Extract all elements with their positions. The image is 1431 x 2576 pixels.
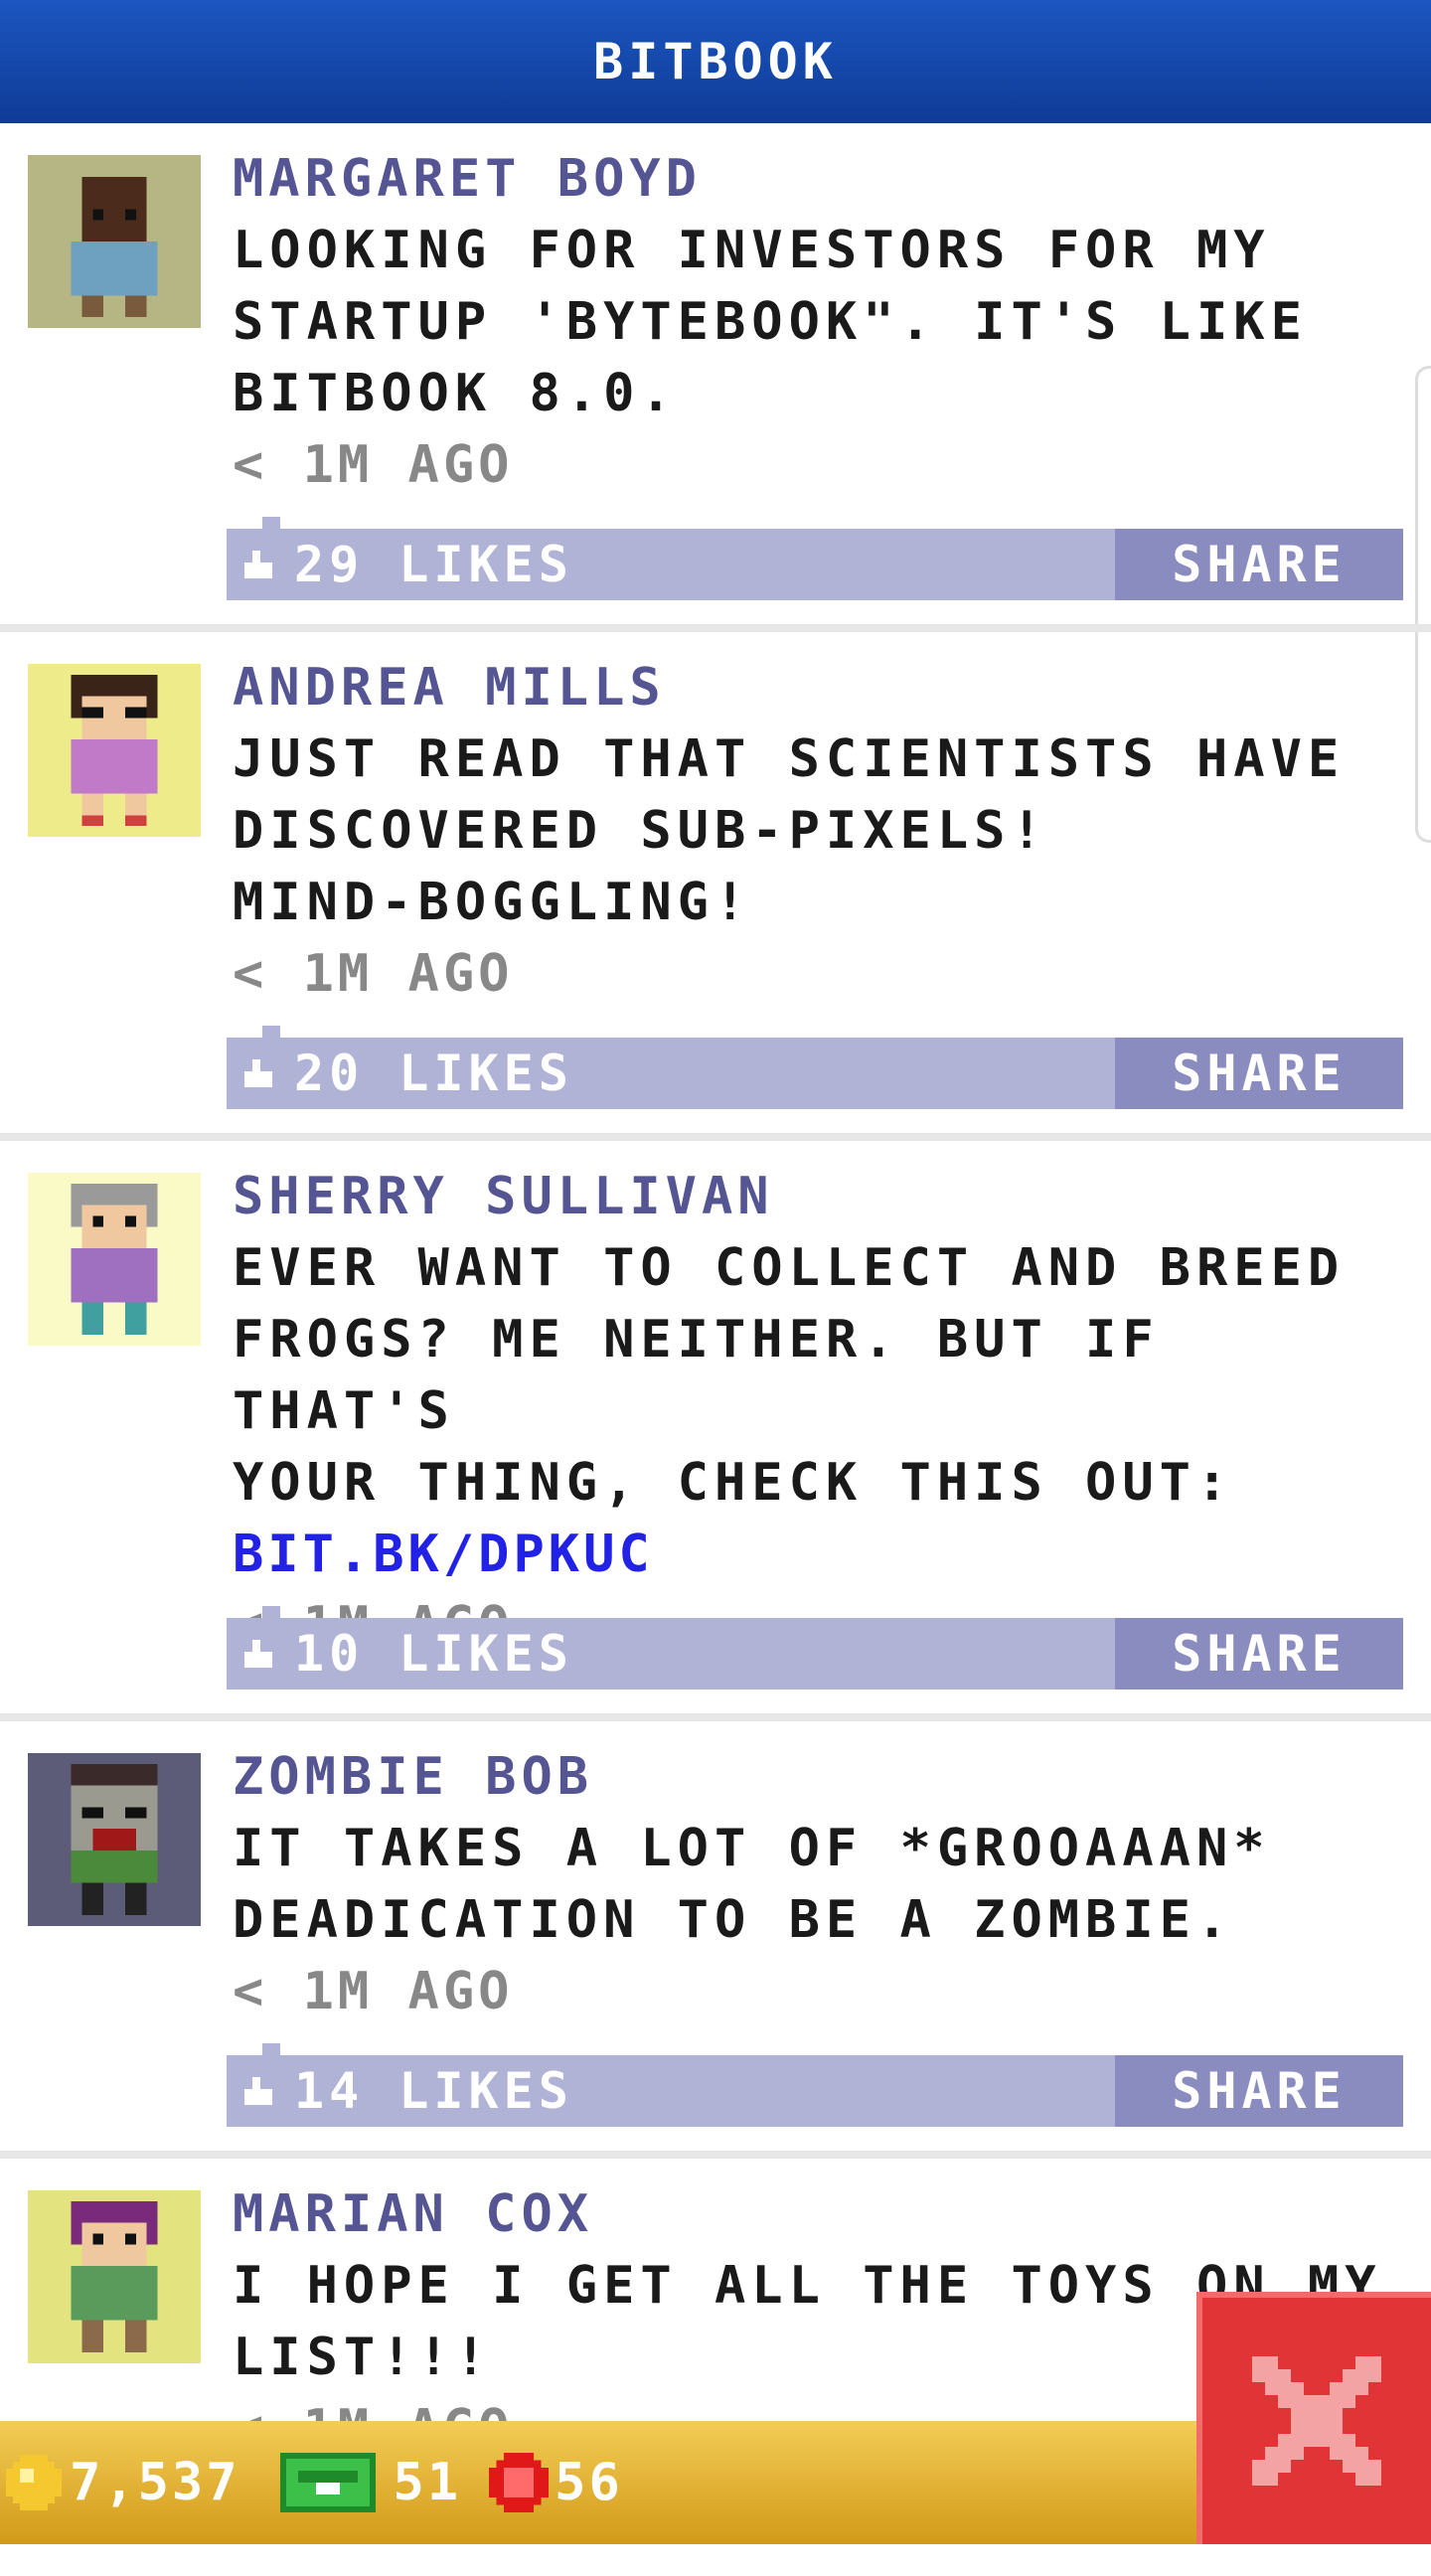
post-card: ZOMBIE BOB IT TAKES A LOT OF *GROOAAAN* … [0,1721,1431,2159]
post-timestamp: < 1M AGO [233,435,514,495]
share-button[interactable]: SHARE [1115,1038,1403,1109]
like-bar: 29 LIKES SHARE [227,517,1403,600]
tickets-count: 56 [555,2453,623,2512]
bux-count: 51 [393,2453,462,2512]
likes-count[interactable]: 14 LIKES [294,2062,573,2120]
post-text-line: MIND-BOGGLING! [233,873,752,932]
post-card: MARGARET BOYD LOOKING FOR INVESTORS FOR … [0,123,1431,632]
post-link[interactable]: BIT.BK/DPKUC [233,1519,1405,1590]
post-text-line: DISCOVERED SUB-PIXELS! [233,801,1048,861]
post-content: SHERRY SULLIVAN EVER WANT TO COLLECT AND… [233,1161,1405,1662]
close-icon [1252,2356,1381,2486]
post-card: ANDREA MILLS JUST READ THAT SCIENTISTS H… [0,632,1431,1141]
like-bar: 14 LIKES SHARE [227,2043,1403,2127]
author-name[interactable]: MARIAN COX [233,2178,1405,2250]
post-content: ANDREA MILLS JUST READ THAT SCIENTISTS H… [233,652,1405,1010]
thumbs-up-icon [244,1640,272,1668]
post-feed: MARGARET BOYD LOOKING FOR INVESTORS FOR … [0,123,1431,2576]
post-text-line: YOUR THING, CHECK THIS OUT: [233,1453,1234,1513]
post-timestamp: < 1M AGO [233,944,514,1004]
post-text-line: DEADICATION TO BE A ZOMBIE. [233,1890,1234,1950]
share-button[interactable]: SHARE [1115,1618,1403,1690]
avatar[interactable] [28,155,201,328]
avatar[interactable] [28,1753,201,1926]
bux-icon [279,2453,376,2512]
tickets-stat: 56 [489,2453,623,2512]
author-name[interactable]: SHERRY SULLIVAN [233,1161,1405,1232]
ticket-icon [489,2453,550,2512]
bux-stat: 51 [279,2453,462,2512]
share-button[interactable]: SHARE [1115,529,1403,600]
likes-count[interactable]: 20 LIKES [294,1045,573,1102]
app-header: BITBOOK [0,0,1431,123]
share-button[interactable]: SHARE [1115,2055,1403,2127]
post-content: MARGARET BOYD LOOKING FOR INVESTORS FOR … [233,143,1405,501]
post-text-line: BITBOOK 8.0. [233,364,678,423]
avatar[interactable] [28,664,201,837]
thumbs-up-icon [244,2077,272,2105]
app-title: BITBOOK [593,33,838,90]
author-name[interactable]: ZOMBIE BOB [233,1741,1405,1813]
thumbs-up-icon [244,1059,272,1087]
post-text-line: JUST READ THAT SCIENTISTS HAVE [233,729,1346,789]
post-timestamp: < 1M AGO [233,1962,514,2021]
post-text-line: IT TAKES A LOT OF *GROOAAAN* [233,1819,1271,1878]
coins-stat: 7,537 [6,2453,240,2512]
author-name[interactable]: ANDREA MILLS [233,652,1405,724]
post-text-line: EVER WANT TO COLLECT AND BREED [233,1238,1346,1298]
coin-icon [6,2455,62,2510]
coins-count: 7,537 [70,2453,240,2512]
thumbs-up-icon [244,551,272,578]
close-button[interactable] [1196,2292,1431,2544]
post-text-line: LOOKING FOR INVESTORS FOR MY [233,221,1271,280]
like-bar: 10 LIKES SHARE [227,1606,1403,1690]
likes-count[interactable]: 29 LIKES [294,536,573,593]
post-card: SHERRY SULLIVAN EVER WANT TO COLLECT AND… [0,1141,1431,1721]
post-text-line: STARTUP 'BYTEBOOK". IT'S LIKE [233,292,1308,352]
like-bar: 20 LIKES SHARE [227,1026,1403,1109]
likes-count[interactable]: 10 LIKES [294,1625,573,1683]
avatar[interactable] [28,2190,201,2363]
author-name[interactable]: MARGARET BOYD [233,143,1405,215]
post-text-line: FROGS? ME NEITHER. BUT IF THAT'S [233,1310,1160,1441]
avatar[interactable] [28,1173,201,1346]
post-content: ZOMBIE BOB IT TAKES A LOT OF *GROOAAAN* … [233,1741,1405,2027]
